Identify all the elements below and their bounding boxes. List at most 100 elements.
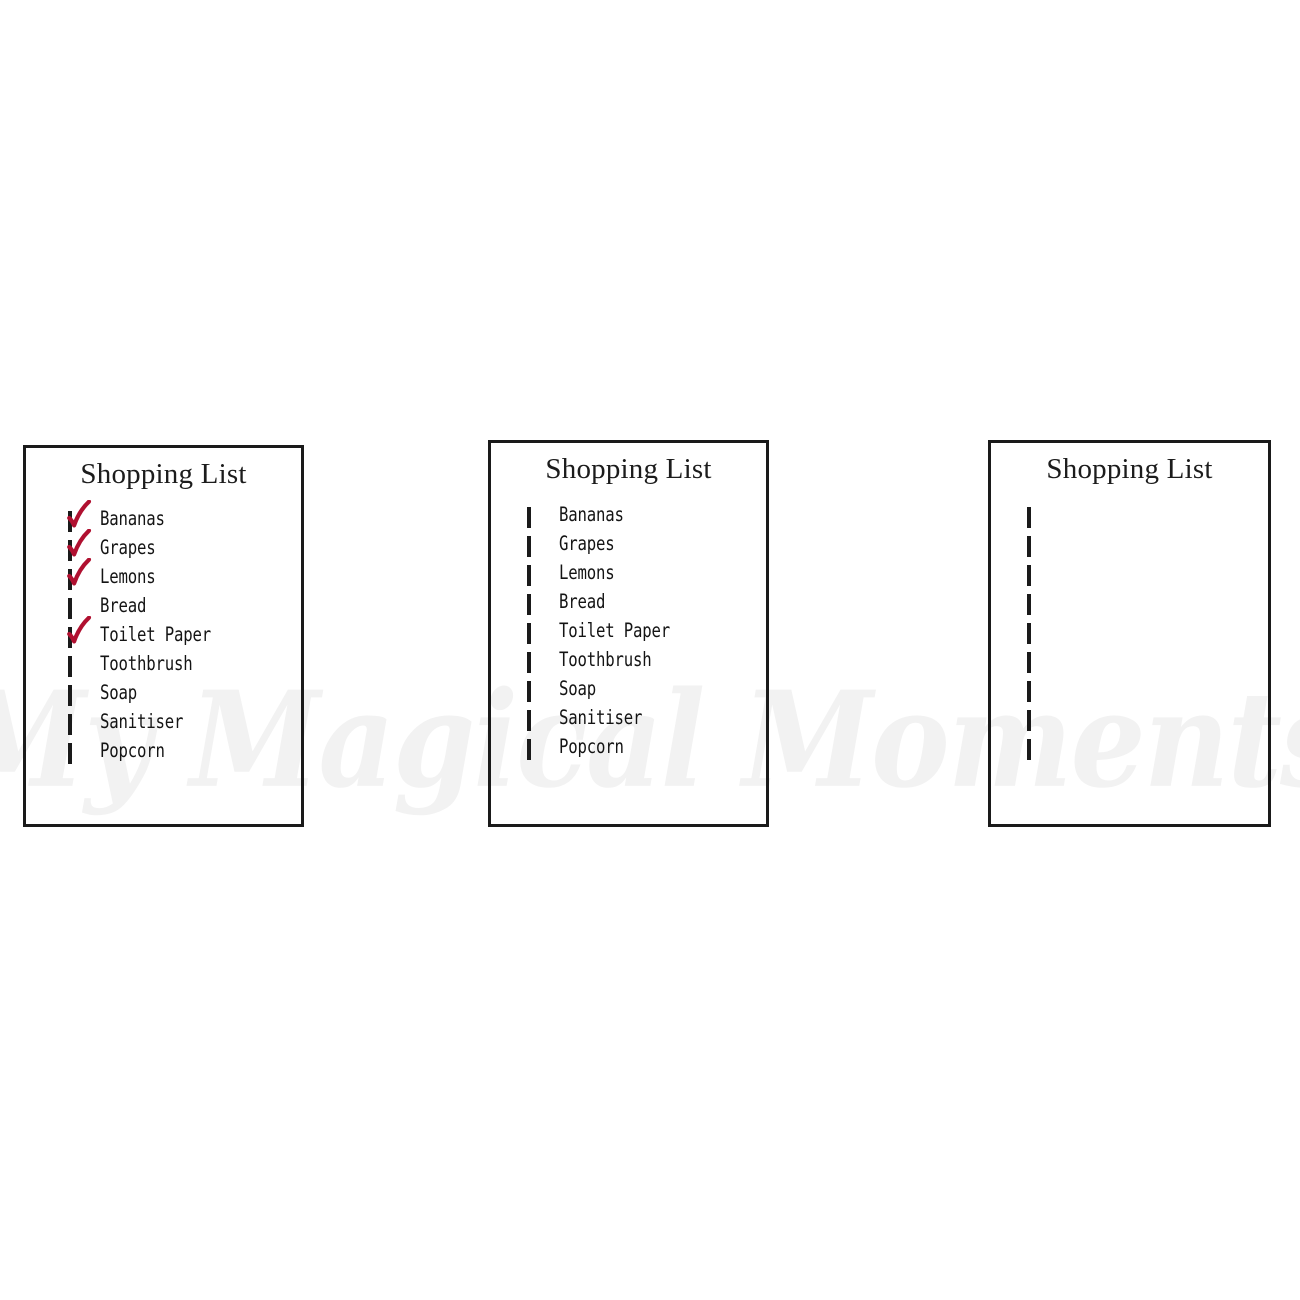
page-title: Shopping List <box>80 458 247 490</box>
checkbox-icon <box>527 593 531 615</box>
checkbox-icon <box>1027 564 1031 586</box>
checkbox-icon <box>68 655 72 677</box>
list-item-label: Bread <box>559 590 606 613</box>
list-item-label: Grapes <box>100 536 156 559</box>
list-item[interactable]: Lemons <box>67 557 301 592</box>
list-item[interactable]: Sanitiser <box>527 704 766 733</box>
checkbox-unchecked[interactable] <box>68 684 82 706</box>
shopping-list-card-checked: Shopping List Bananas Grapes Lemons Bread To… <box>23 445 304 827</box>
checkbox-unchecked[interactable] <box>1027 506 1041 528</box>
list-item[interactable]: Toilet Paper <box>67 615 301 650</box>
list-item[interactable]: Bread <box>68 592 301 621</box>
list-item-label: Lemons <box>100 565 156 588</box>
checkbox-icon <box>1027 506 1031 528</box>
checkbox-unchecked[interactable] <box>68 597 82 619</box>
list-item-label: Soap <box>100 681 137 704</box>
list-item[interactable]: Bananas <box>527 501 766 530</box>
checkbox-icon <box>68 684 72 706</box>
list-item[interactable]: Grapes <box>527 530 766 559</box>
list-item[interactable] <box>1027 530 1268 559</box>
list-item[interactable]: Toothbrush <box>68 650 301 679</box>
checkbox-unchecked[interactable] <box>527 709 541 731</box>
list-item[interactable] <box>1027 733 1268 762</box>
checkbox-unchecked[interactable] <box>527 680 541 702</box>
list-item[interactable]: Grapes <box>67 528 301 563</box>
list-item[interactable] <box>1027 559 1268 588</box>
checkbox-icon <box>1027 535 1031 557</box>
checkbox-unchecked[interactable] <box>527 593 541 615</box>
list-item[interactable]: Popcorn <box>527 733 766 762</box>
checkbox-unchecked[interactable] <box>1027 680 1041 702</box>
checkbox-icon <box>68 742 72 764</box>
list-item[interactable]: Sanitiser <box>68 708 301 737</box>
checkbox-unchecked[interactable] <box>1027 738 1041 760</box>
list-item[interactable]: Bananas <box>67 499 301 534</box>
checkbox-icon <box>68 597 72 619</box>
checkbox-checked[interactable] <box>67 528 92 561</box>
checkbox-unchecked[interactable] <box>527 535 541 557</box>
checkbox-unchecked[interactable] <box>1027 709 1041 731</box>
checkbox-unchecked[interactable] <box>527 506 541 528</box>
checkbox-unchecked[interactable] <box>1027 651 1041 673</box>
checkbox-icon <box>68 539 72 561</box>
list-item-label: Grapes <box>559 532 615 555</box>
checkbox-unchecked[interactable] <box>68 713 82 735</box>
list-item[interactable] <box>1027 588 1268 617</box>
list-item-label: Bananas <box>559 503 624 526</box>
list-item-label: Bread <box>100 594 147 617</box>
list-item[interactable]: Lemons <box>527 559 766 588</box>
checkbox-checked[interactable] <box>67 499 92 532</box>
checkbox-icon <box>527 564 531 586</box>
checkbox-icon <box>1027 622 1031 644</box>
checklist <box>1027 501 1268 762</box>
checkbox-unchecked[interactable] <box>527 738 541 760</box>
checkbox-unchecked[interactable] <box>527 564 541 586</box>
list-item[interactable] <box>1027 501 1268 530</box>
checklist: Bananas Grapes Lemons Bread Toilet Paper Toot… <box>527 501 766 762</box>
checkbox-icon <box>527 506 531 528</box>
list-item-label: Sanitiser <box>559 706 643 729</box>
list-item[interactable]: Toothbrush <box>527 646 766 675</box>
list-item-label: Lemons <box>559 561 615 584</box>
checkbox-icon <box>1027 593 1031 615</box>
checkbox-icon <box>68 626 72 648</box>
checkbox-icon <box>1027 709 1031 731</box>
checkbox-icon <box>1027 651 1031 673</box>
checkbox-unchecked[interactable] <box>1027 593 1041 615</box>
list-item[interactable]: Popcorn <box>68 737 301 766</box>
list-item[interactable] <box>1027 646 1268 675</box>
list-item-label: Toilet Paper <box>100 623 211 646</box>
checkbox-unchecked[interactable] <box>1027 535 1041 557</box>
checkbox-unchecked[interactable] <box>68 655 82 677</box>
list-item[interactable] <box>1027 675 1268 704</box>
checkbox-checked[interactable] <box>67 615 92 648</box>
list-item-label: Toilet Paper <box>559 619 670 642</box>
shopping-list-card-blank: Shopping List <box>988 440 1271 827</box>
checkbox-icon <box>527 738 531 760</box>
checkbox-icon <box>68 713 72 735</box>
list-item-label: Soap <box>559 677 596 700</box>
list-item-label: Bananas <box>100 507 165 530</box>
list-item[interactable]: Toilet Paper <box>527 617 766 646</box>
checkbox-icon <box>527 651 531 673</box>
checkbox-icon <box>527 622 531 644</box>
list-item-label: Sanitiser <box>100 710 184 733</box>
list-item[interactable] <box>1027 617 1268 646</box>
checkbox-icon <box>68 510 72 532</box>
list-item-label: Toothbrush <box>100 652 193 675</box>
checkbox-checked[interactable] <box>67 557 92 590</box>
list-item-label: Popcorn <box>100 739 165 762</box>
checkbox-icon <box>1027 738 1031 760</box>
list-item[interactable]: Soap <box>68 679 301 708</box>
checkbox-unchecked[interactable] <box>68 742 82 764</box>
checkbox-icon <box>527 709 531 731</box>
checkbox-unchecked[interactable] <box>1027 564 1041 586</box>
checkbox-unchecked[interactable] <box>527 651 541 673</box>
checkbox-icon <box>527 680 531 702</box>
checkbox-unchecked[interactable] <box>1027 622 1041 644</box>
list-item[interactable] <box>1027 704 1268 733</box>
checkbox-icon <box>1027 680 1031 702</box>
list-item[interactable]: Bread <box>527 588 766 617</box>
checkbox-unchecked[interactable] <box>527 622 541 644</box>
list-item[interactable]: Soap <box>527 675 766 704</box>
